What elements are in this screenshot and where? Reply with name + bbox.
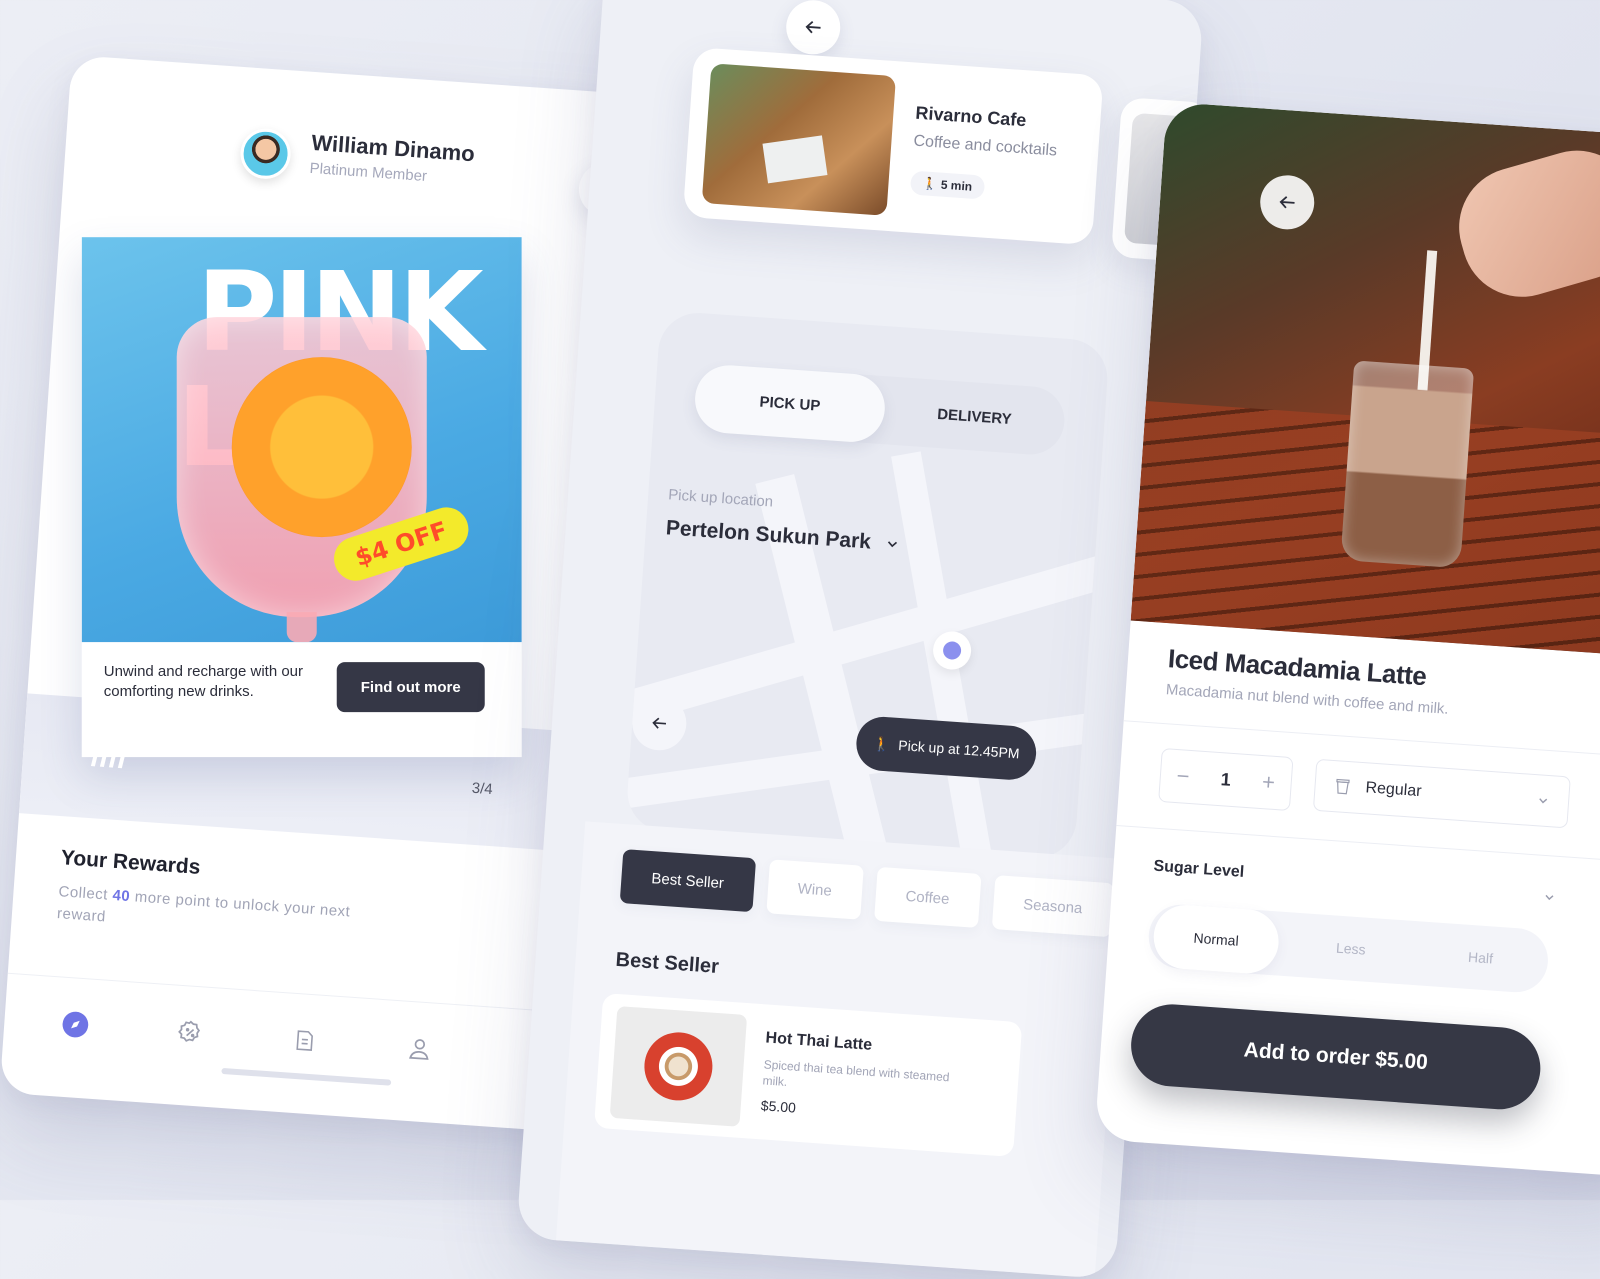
product-name: Hot Thai Latte xyxy=(765,1029,873,1054)
walk-icon: 🚶 xyxy=(922,176,942,192)
tab-profile[interactable] xyxy=(402,1032,436,1066)
latte-glass xyxy=(1340,360,1475,569)
cafe-name: Rivarno Cafe xyxy=(914,102,1028,131)
arrow-left-icon xyxy=(1279,196,1295,209)
coffee-cup-icon xyxy=(642,1030,715,1103)
find-out-more-button[interactable]: Find out more xyxy=(336,662,485,713)
rewards-description: Collect 40 more point to unlock your nex… xyxy=(56,883,351,926)
order-type-toggle: PICK UP DELIVERY xyxy=(692,363,1067,457)
carousel-dots xyxy=(90,748,127,769)
product-card[interactable]: Hot Thai Latte Spiced thai tea blend wit… xyxy=(593,993,1023,1157)
tab-orders[interactable] xyxy=(288,1024,322,1058)
rewards-title: Your Rewards xyxy=(60,846,202,879)
arrow-left-icon xyxy=(805,21,821,34)
size-value: Regular xyxy=(1364,779,1423,801)
chevron-down-icon[interactable] xyxy=(1542,890,1557,905)
back-button[interactable] xyxy=(1258,173,1317,232)
size-select[interactable]: Regular xyxy=(1312,758,1571,829)
promo-image: PINK L A $4 OFF xyxy=(81,237,522,643)
cafe-subtitle: Coffee and cocktails xyxy=(912,132,1058,160)
promo-description: Unwind and recharge with our comforting … xyxy=(103,663,304,701)
sugar-half[interactable]: Half xyxy=(1416,921,1545,994)
chevron-down-icon xyxy=(1539,798,1548,804)
back-button[interactable] xyxy=(784,0,843,57)
avatar[interactable] xyxy=(238,127,293,181)
category-wine[interactable]: Wine xyxy=(765,859,864,920)
quantity-value: 1 xyxy=(1220,768,1232,790)
compass-icon xyxy=(62,1011,89,1038)
arrow-left-icon xyxy=(652,717,667,729)
cafe-image xyxy=(701,63,897,216)
walk-time-badge: 🚶 5 min xyxy=(909,170,985,200)
quantity-stepper: − 1 + xyxy=(1158,747,1294,812)
tab-pickup[interactable]: PICK UP xyxy=(692,363,888,445)
category-best-seller[interactable]: Best Seller xyxy=(619,849,756,913)
promo-card[interactable]: PINK L A $4 OFF Unwind and recharge with… xyxy=(81,237,522,758)
product-hero-image xyxy=(1130,101,1600,660)
category-tabs: Best Seller Wine Coffee Seasona xyxy=(619,849,1115,938)
sugar-less[interactable]: Less xyxy=(1286,912,1415,985)
divider xyxy=(1116,824,1600,866)
hand xyxy=(1444,136,1600,311)
chevron-down-icon xyxy=(888,541,898,548)
receipt-icon xyxy=(296,1030,313,1051)
rewards-points: 40 xyxy=(111,886,131,906)
product-image xyxy=(609,1006,748,1127)
increase-button[interactable]: + xyxy=(1261,769,1276,796)
glass-stem xyxy=(286,612,317,643)
page-indicator: 3/4 xyxy=(471,779,494,799)
category-coffee[interactable]: Coffee xyxy=(873,866,982,928)
cup-icon xyxy=(1336,778,1350,795)
add-to-order-button[interactable]: Add to order $5.00 xyxy=(1128,1001,1544,1113)
orange-slice xyxy=(231,357,412,538)
discount-icon xyxy=(178,1020,201,1042)
category-seasonal[interactable]: Seasona xyxy=(991,875,1115,938)
menu-section: Best Seller Wine Coffee Seasona Best Sel… xyxy=(555,821,1124,1278)
sugar-level-toggle: Normal Less Half xyxy=(1146,902,1551,995)
section-title: Best Seller xyxy=(614,948,720,978)
product-detail-screen: Iced Macadamia Latte Macadamia nut blend… xyxy=(1094,101,1600,1179)
product-price: $5.00 xyxy=(760,1097,797,1116)
tab-offers[interactable] xyxy=(173,1016,207,1050)
membership-tier: Platinum Member xyxy=(309,159,428,186)
tab-explore[interactable] xyxy=(58,1008,92,1042)
product-description: Spiced thai tea blend with steamed milk. xyxy=(762,1057,950,1090)
profile-icon xyxy=(409,1039,429,1060)
tab-delivery[interactable]: DELIVERY xyxy=(882,376,1066,456)
sugar-level-title: Sugar Level xyxy=(1153,857,1245,881)
decrease-button[interactable]: − xyxy=(1176,763,1191,790)
map-view[interactable]: PICK UP DELIVERY Pick up location Pertel… xyxy=(624,310,1111,861)
cafe-card[interactable]: Rivarno Cafe Coffee and cocktails 🚶 5 mi… xyxy=(682,47,1104,246)
walk-icon: 🚶 xyxy=(872,734,892,752)
sugar-normal[interactable]: Normal xyxy=(1151,902,1281,976)
